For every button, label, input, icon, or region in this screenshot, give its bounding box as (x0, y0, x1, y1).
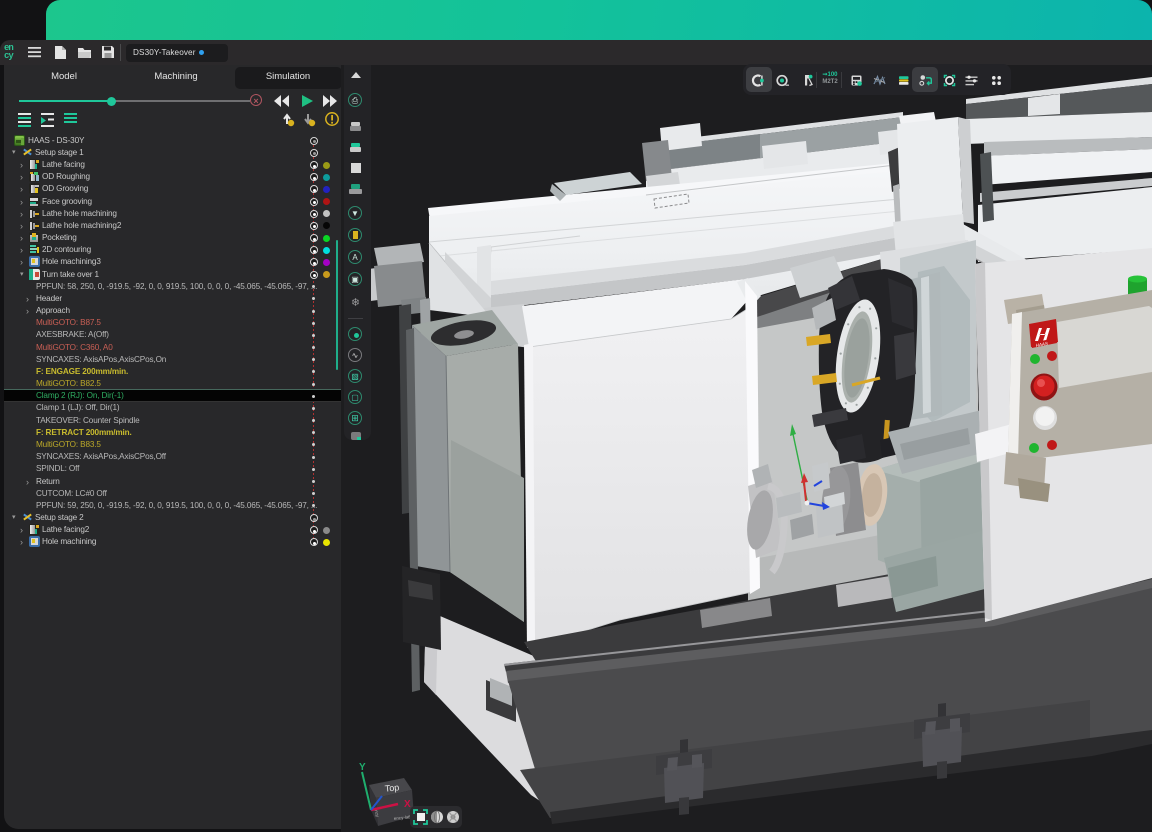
svg-text:Y: Y (359, 762, 366, 773)
svg-text:Top: Top (384, 782, 399, 793)
